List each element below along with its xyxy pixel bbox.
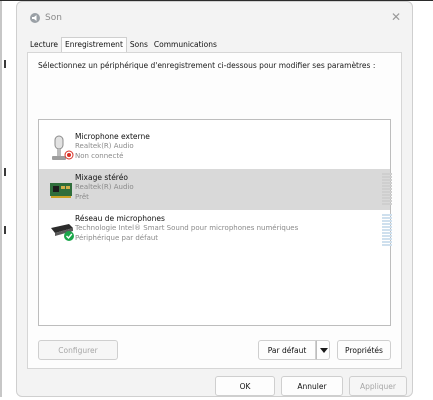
device-name: Microphone externe bbox=[75, 132, 150, 141]
instruction-text: Sélectionnez un périphérique d'enregistr… bbox=[38, 61, 376, 70]
device-driver: Realtek(R) Audio bbox=[75, 142, 134, 150]
level-meter bbox=[382, 173, 392, 207]
speaker-icon bbox=[30, 13, 40, 23]
tab-lecture[interactable]: Lecture bbox=[27, 38, 61, 52]
level-meter bbox=[382, 214, 392, 248]
configure-button[interactable]: Configurer bbox=[38, 340, 118, 360]
chevron-down-icon[interactable] bbox=[316, 340, 330, 360]
device-text: Réseau de microphones Technologie Intel®… bbox=[75, 214, 298, 243]
device-name: Mixage stéréo bbox=[75, 173, 128, 182]
recording-tab-panel: Sélectionnez un périphérique d'enregistr… bbox=[27, 52, 402, 369]
tab-communications[interactable]: Communications bbox=[151, 38, 220, 52]
background-mark bbox=[4, 168, 6, 176]
tab-sons[interactable]: Sons bbox=[127, 38, 151, 52]
background-window-edge bbox=[0, 1, 2, 397]
set-default-button[interactable]: Par défaut bbox=[258, 340, 316, 360]
device-name: Réseau de microphones bbox=[75, 214, 165, 223]
background-mark bbox=[4, 60, 6, 68]
device-status: Non connecté bbox=[75, 151, 124, 160]
device-text: Microphone externe Realtek(R) Audio Non … bbox=[75, 132, 150, 161]
cancel-button[interactable]: Annuler bbox=[281, 376, 343, 396]
tab-bar: Lecture Enregistrement Sons Communicatio… bbox=[27, 37, 220, 54]
device-item-microphone-array[interactable]: Réseau de microphones Technologie Intel®… bbox=[39, 210, 392, 251]
device-item-stereo-mix[interactable]: Mixage stéréo Realtek(R) Audio Prêt bbox=[39, 169, 392, 210]
close-icon[interactable]: ✕ bbox=[388, 10, 404, 24]
ok-button[interactable]: OK bbox=[215, 376, 275, 396]
device-driver: Realtek(R) Audio bbox=[75, 183, 134, 191]
device-item-external-microphone[interactable]: Microphone externe Realtek(R) Audio Non … bbox=[39, 128, 390, 169]
background-mark bbox=[4, 226, 6, 234]
properties-button[interactable]: Propriétés bbox=[337, 340, 391, 360]
default-check-badge-icon bbox=[64, 231, 74, 241]
device-status: Périphérique par défaut bbox=[75, 233, 159, 242]
device-status: Prêt bbox=[75, 192, 89, 201]
device-text: Mixage stéréo Realtek(R) Audio Prêt bbox=[75, 173, 134, 202]
window-title: Son bbox=[45, 13, 62, 23]
device-list[interactable]: Microphone externe Realtek(R) Audio Non … bbox=[38, 119, 392, 326]
device-driver: Technologie Intel® Smart Sound pour micr… bbox=[75, 224, 299, 232]
apply-button[interactable]: Appliquer bbox=[349, 376, 407, 396]
sound-dialog: Son ✕ Lecture Enregistrement Sons Commun… bbox=[16, 1, 413, 397]
title-bar[interactable]: Son ✕ bbox=[17, 2, 412, 32]
